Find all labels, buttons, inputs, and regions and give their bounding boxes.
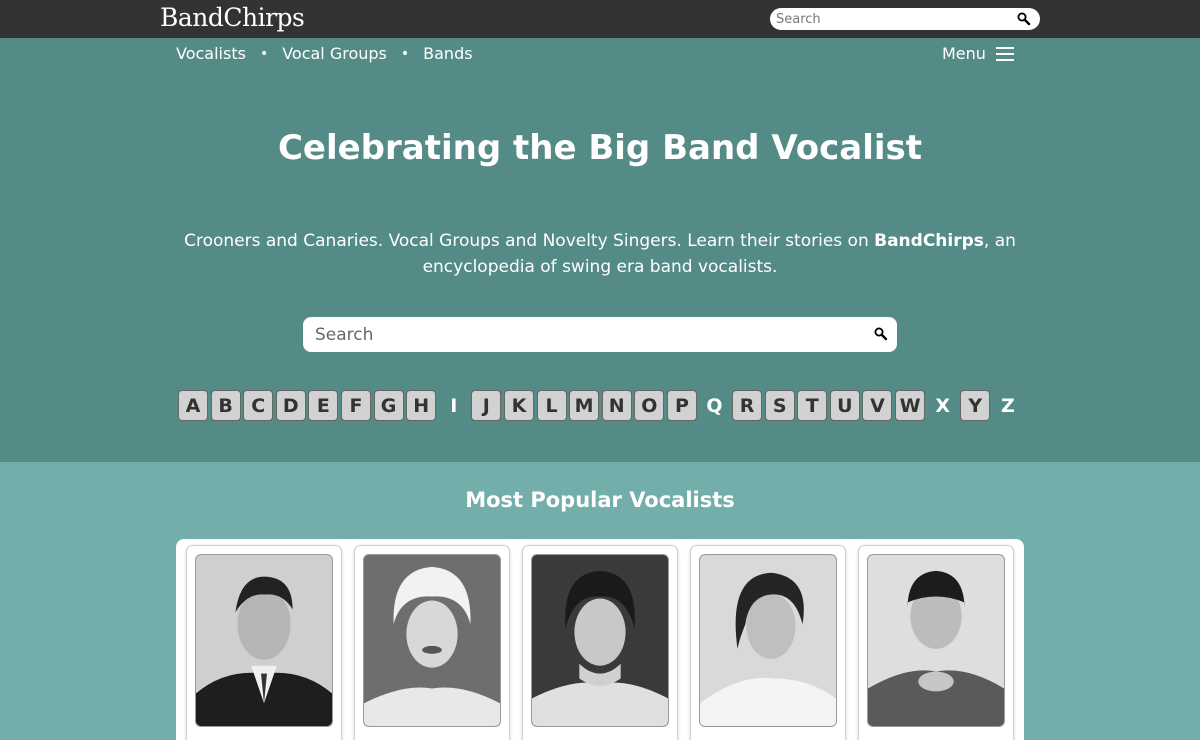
- site-logo[interactable]: BandChirps: [160, 3, 305, 32]
- nav-separator: •: [400, 45, 410, 62]
- main-search-input[interactable]: [315, 323, 855, 347]
- letter-j-button[interactable]: J: [471, 390, 502, 421]
- letter-v-button[interactable]: V: [862, 390, 893, 421]
- vocalist-photo: [699, 554, 837, 727]
- letter-a-button[interactable]: A: [178, 390, 208, 421]
- nav-link-vocalists[interactable]: Vocalists: [176, 44, 246, 63]
- nav-link-vocal-groups[interactable]: Vocal Groups: [282, 44, 387, 63]
- letter-x-label: X: [935, 394, 950, 417]
- letter-c-button[interactable]: C: [243, 390, 274, 421]
- letter-u-button[interactable]: U: [829, 390, 860, 421]
- menu-button[interactable]: Menu: [942, 44, 1014, 63]
- hero-section: Vocalists • Vocal Groups • Bands Menu Ce…: [0, 38, 1200, 462]
- letter-o-button[interactable]: O: [634, 390, 665, 421]
- letter-t-button[interactable]: T: [797, 390, 828, 421]
- vocalist-photo: [867, 554, 1005, 727]
- letter-i-label: I: [450, 394, 458, 417]
- vocalist-photo: [531, 554, 669, 727]
- letter-l-button[interactable]: L: [536, 390, 567, 421]
- letter-e-button[interactable]: E: [308, 390, 339, 421]
- vocalist-card[interactable]: [522, 545, 678, 740]
- header-search-box: [770, 8, 1040, 30]
- letter-g-button[interactable]: G: [373, 390, 404, 421]
- description-text: Crooners and Canaries. Vocal Groups and …: [184, 231, 875, 251]
- top-bar: BandChirps: [0, 0, 1200, 38]
- letter-s-button[interactable]: S: [764, 390, 795, 421]
- menu-label: Menu: [942, 44, 986, 63]
- letter-h-button[interactable]: H: [406, 390, 437, 421]
- vocalist-photo: [363, 554, 501, 727]
- vocalist-photo: [195, 554, 333, 727]
- header-search-input[interactable]: [776, 10, 1006, 28]
- popular-vocalists-panel: [176, 539, 1024, 740]
- alphabet-index: ABCDEFGHIJKLMNOPQRSTUVWXYZ: [178, 390, 1025, 421]
- main-search-box: [303, 317, 897, 352]
- letter-f-button[interactable]: F: [340, 390, 371, 421]
- nav-separator: •: [259, 45, 269, 62]
- vocalist-card[interactable]: [186, 545, 342, 740]
- page-title: Celebrating the Big Band Vocalist: [277, 128, 923, 168]
- nav-link-bands[interactable]: Bands: [423, 44, 472, 63]
- letter-r-button[interactable]: R: [732, 390, 763, 421]
- description-brand: BandChirps: [874, 231, 984, 251]
- vocalist-card[interactable]: [354, 545, 510, 740]
- letter-q-label: Q: [706, 394, 723, 417]
- letter-d-button[interactable]: D: [275, 390, 306, 421]
- letter-k-button[interactable]: K: [503, 390, 534, 421]
- magnifier-icon[interactable]: [873, 326, 889, 342]
- letter-n-button[interactable]: N: [601, 390, 632, 421]
- magnifier-icon[interactable]: [1016, 11, 1032, 27]
- hamburger-icon: [995, 46, 1014, 61]
- letter-z-label: Z: [1000, 394, 1015, 417]
- section-title: Most Popular Vocalists: [465, 488, 735, 512]
- vocalist-card[interactable]: [690, 545, 846, 740]
- letter-y-button[interactable]: Y: [960, 390, 991, 421]
- vocalist-card[interactable]: [858, 545, 1014, 740]
- letter-m-button[interactable]: M: [569, 390, 600, 421]
- letter-b-button[interactable]: B: [210, 390, 241, 421]
- primary-nav: Vocalists • Vocal Groups • Bands: [176, 44, 473, 63]
- letter-p-button[interactable]: P: [666, 390, 697, 421]
- site-description: Crooners and Canaries. Vocal Groups and …: [180, 228, 1020, 280]
- letter-w-button[interactable]: W: [895, 390, 926, 421]
